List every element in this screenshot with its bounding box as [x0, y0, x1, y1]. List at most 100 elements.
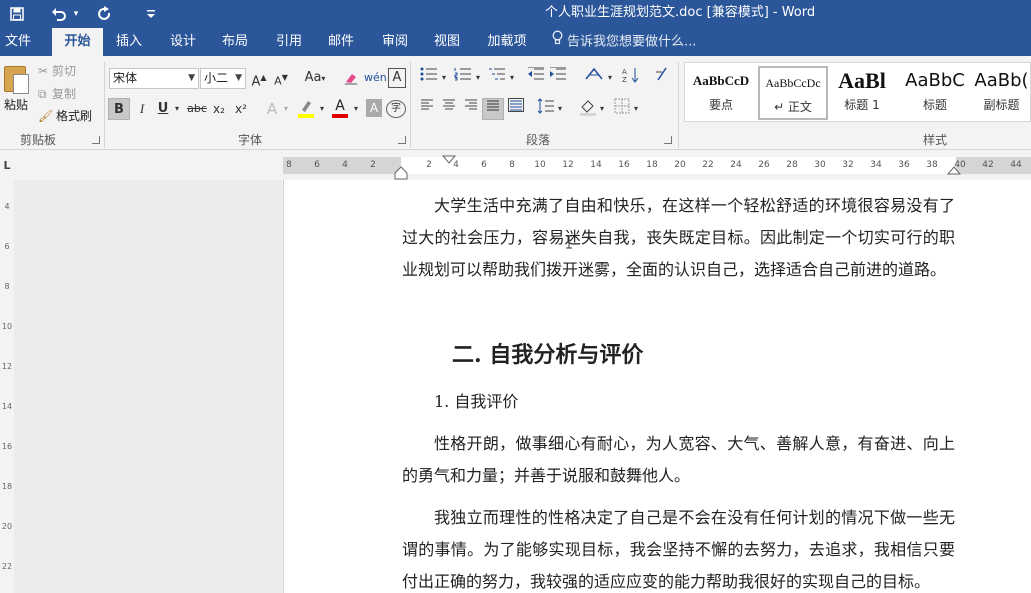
tab-mailings[interactable]: 邮件: [322, 28, 360, 56]
tab-layout[interactable]: 布局: [216, 28, 254, 56]
phonetic-guide-button[interactable]: wén: [364, 67, 387, 89]
enclose-characters-button[interactable]: 字: [386, 100, 406, 118]
shrink-font-icon: A: [274, 74, 282, 88]
right-indent-marker[interactable]: [947, 166, 961, 176]
multilevel-dropdown-icon[interactable]: ▾: [508, 67, 516, 89]
text-effects-dropdown-icon[interactable]: ▾: [281, 98, 291, 120]
font-launcher-icon[interactable]: [398, 136, 406, 144]
ruler-tick: 32: [842, 160, 854, 170]
asian-layout-icon[interactable]: [582, 67, 606, 89]
grow-font-button[interactable]: A▲: [250, 67, 268, 89]
change-case-button[interactable]: Aa▾: [300, 67, 330, 89]
horizontal-ruler[interactable]: 8 6 4 2 2 4 6 8 10 12 14 16 18 20 22 24 …: [283, 155, 1031, 180]
clear-formatting-icon[interactable]: [342, 67, 360, 89]
underline-dropdown-icon[interactable]: ▾: [172, 98, 182, 120]
tab-view[interactable]: 视图: [428, 28, 466, 56]
style-sample: AaBl: [838, 68, 886, 93]
style-card[interactable]: AaBb( 副标题: [972, 66, 1031, 120]
borders-icon[interactable]: [612, 98, 632, 120]
format-painter-label: 格式刷: [56, 109, 93, 123]
style-sample: AaBbCcDc: [765, 76, 821, 90]
tab-file[interactable]: 文件: [0, 28, 36, 56]
style-card[interactable]: AaBbCcD 要点: [686, 66, 756, 120]
multilevel-list-icon[interactable]: [486, 67, 508, 89]
ruler-tick: 36: [898, 160, 910, 170]
body-paragraph[interactable]: 性格开朗，做事细心有耐心，为人宽容、大气、善解人意，有奋进、向上的勇气和力量；并…: [402, 428, 955, 492]
cut-button[interactable]: ✂ 剪切: [38, 61, 76, 81]
bold-button[interactable]: B: [108, 98, 130, 120]
highlight-dropdown-icon[interactable]: ▾: [317, 98, 327, 120]
clipboard-launcher-icon[interactable]: [92, 136, 100, 144]
styles-group-label: 样式: [922, 133, 947, 147]
customize-quick-access-icon[interactable]: [142, 0, 160, 28]
highlight-button[interactable]: [296, 98, 316, 120]
undo-dropdown-icon[interactable]: ▾: [70, 0, 82, 28]
numbered-item[interactable]: 1. 自我评价: [434, 388, 518, 416]
tab-review[interactable]: 审阅: [376, 28, 414, 56]
tab-selector[interactable]: L: [0, 158, 14, 174]
paste-button[interactable]: 粘贴: [1, 62, 31, 124]
italic-button[interactable]: I: [134, 98, 150, 120]
character-shading-button[interactable]: A: [366, 99, 382, 117]
text-effects-button[interactable]: A: [264, 98, 280, 120]
format-painter-button[interactable]: 🖌 格式刷: [38, 106, 92, 126]
tell-me-search[interactable]: 告诉我您想要做什么...: [552, 28, 696, 56]
font-color-button[interactable]: A: [330, 98, 350, 120]
shading-icon[interactable]: [578, 98, 598, 120]
style-card[interactable]: AaBbC 标题: [900, 66, 970, 120]
distributed-icon[interactable]: [506, 98, 526, 120]
increase-indent-icon[interactable]: [548, 66, 568, 89]
font-size-combo[interactable]: 小二 ▼: [200, 68, 246, 89]
align-right-icon[interactable]: [462, 98, 480, 120]
subscript-button[interactable]: x₂: [210, 98, 228, 120]
tab-insert[interactable]: 插入: [110, 28, 148, 56]
line-spacing-icon[interactable]: [536, 98, 556, 120]
ruler-tick: 18: [646, 160, 658, 170]
floppy-disk-icon[interactable]: [6, 0, 28, 28]
lightbulb-icon: [552, 28, 563, 56]
justify-icon[interactable]: [482, 98, 504, 120]
shrink-font-button[interactable]: A▼: [272, 67, 290, 89]
vertical-ruler[interactable]: 4 6 8 10 12 14 16 18 20 22: [0, 180, 14, 593]
align-left-icon[interactable]: [418, 98, 436, 120]
font-name-combo[interactable]: 宋体 ▼: [109, 68, 199, 89]
decrease-indent-icon[interactable]: [526, 66, 546, 89]
asian-layout-dropdown-icon[interactable]: ▾: [606, 67, 614, 89]
numbering-dropdown-icon[interactable]: ▾: [474, 67, 482, 89]
document-page[interactable]: 大学生活中充满了自由和快乐，在这样一个轻松舒适的环境很容易没有了过大的社会压力，…: [283, 180, 1031, 593]
tab-design[interactable]: 设计: [164, 28, 202, 56]
show-marks-icon[interactable]: [652, 67, 672, 89]
hanging-indent-marker[interactable]: [394, 166, 408, 180]
tab-references[interactable]: 引用: [270, 28, 308, 56]
line-spacing-dropdown-icon[interactable]: ▾: [556, 98, 564, 120]
ruler-tick: 8: [286, 160, 292, 170]
body-paragraph[interactable]: 大学生活中充满了自由和快乐，在这样一个轻松舒适的环境很容易没有了过大的社会压力，…: [402, 190, 955, 286]
body-paragraph[interactable]: 我独立而理性的性格决定了自己是不会在没有任何计划的情况下做一些无谓的事情。为了能…: [402, 502, 955, 593]
borders-dropdown-icon[interactable]: ▾: [632, 98, 640, 120]
strikethrough-button[interactable]: abc: [186, 98, 208, 120]
style-card[interactable]: AaBl 标题 1: [830, 66, 894, 120]
first-line-indent-marker[interactable]: [442, 155, 456, 165]
tab-addins[interactable]: 加载项: [482, 28, 532, 56]
copy-button[interactable]: ⧉ 复制: [38, 84, 76, 104]
bullets-icon[interactable]: [418, 67, 440, 89]
font-group-label: 字体: [237, 133, 262, 147]
bullets-dropdown-icon[interactable]: ▾: [440, 67, 448, 89]
font-size-value: 小二: [204, 71, 229, 85]
paragraph-launcher-icon[interactable]: [664, 136, 672, 144]
tab-home[interactable]: 开始: [52, 28, 103, 56]
undo-icon[interactable]: [48, 0, 70, 28]
numbering-icon[interactable]: [452, 67, 474, 89]
character-border-button[interactable]: A: [388, 68, 406, 88]
align-center-icon[interactable]: [440, 98, 458, 120]
underline-button[interactable]: U: [155, 98, 171, 120]
section-heading[interactable]: 二. 自我分析与评价: [452, 340, 643, 370]
ruler-tick: 6: [314, 160, 320, 170]
redo-icon[interactable]: [94, 0, 116, 28]
style-card[interactable]: AaBbCcDc ↵ 正文: [758, 66, 828, 120]
sort-icon[interactable]: AZ: [620, 67, 642, 89]
shading-dropdown-icon[interactable]: ▾: [598, 98, 606, 120]
clipboard-group-label: 剪贴板: [19, 133, 56, 147]
superscript-button[interactable]: x²: [232, 98, 250, 120]
font-color-dropdown-icon[interactable]: ▾: [351, 98, 361, 120]
